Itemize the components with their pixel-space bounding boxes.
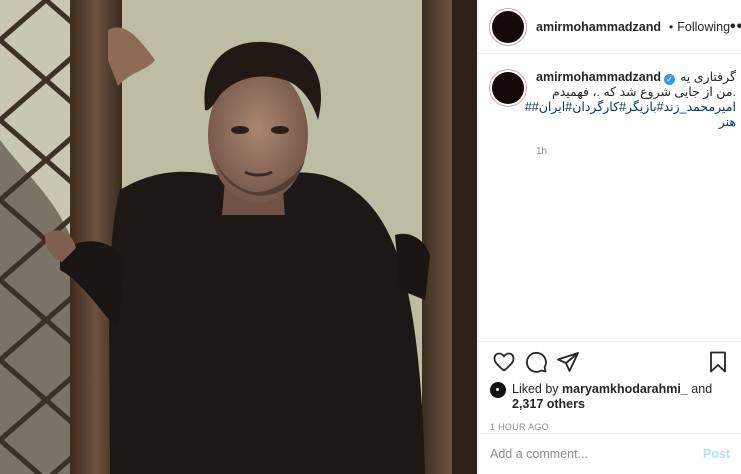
comment-input[interactable] — [490, 447, 703, 461]
post-photo-image — [0, 0, 477, 474]
header-separator: • — [669, 19, 674, 34]
caption-time[interactable]: 1h — [536, 144, 736, 159]
post-side-panel: amirmohammadzand • Following ••• amirmoh… — [477, 0, 741, 474]
liker-username[interactable]: maryamkhodarahmi_ — [562, 382, 688, 396]
following-button[interactable]: Following — [677, 20, 730, 34]
liker-avatar[interactable] — [490, 382, 506, 398]
more-options-icon[interactable]: ••• — [730, 18, 741, 36]
author-avatar[interactable] — [492, 10, 524, 43]
liked-by-label: Liked by — [512, 382, 559, 396]
likes-count[interactable]: 2,317 others — [512, 397, 585, 411]
post-actions: Liked by maryamkhodarahmi_ and 2,317 oth… — [478, 341, 741, 432]
post-timestamp[interactable]: 1 HOUR AGO — [490, 422, 730, 432]
add-comment-bar: Post — [478, 433, 741, 474]
instagram-post: amirmohammadzand • Following ••• amirmoh… — [0, 0, 741, 474]
comments-area: amirmohammadzand ✓ گرفتاری یه .من از جایی… — [478, 54, 741, 341]
verified-badge-icon: ✓ — [664, 74, 676, 85]
post-header: amirmohammadzand • Following ••• — [478, 0, 741, 54]
caption-hashtags[interactable]: امیرمحمد_زند#بازیگر#کارگردان#ایران## — [525, 100, 736, 115]
comment-icon[interactable] — [524, 350, 548, 374]
heart-icon[interactable] — [492, 350, 516, 374]
caption-body: amirmohammadzand ✓ گرفتاری یه .من از جایی… — [525, 70, 736, 159]
caption-text-line2: .من از جایی شروع شد که .، فهمیدم — [551, 85, 736, 99]
share-icon[interactable] — [556, 350, 580, 374]
bookmark-icon[interactable] — [706, 350, 730, 374]
post-photo[interactable] — [0, 0, 477, 474]
caption-row: amirmohammadzand ✓ گرفتاری یه .من از جایی… — [490, 70, 736, 159]
post-comment-button[interactable]: Post — [703, 447, 730, 461]
liked-and-label: and — [691, 382, 713, 396]
caption-author-avatar[interactable] — [492, 72, 524, 104]
action-icons-row — [490, 342, 730, 382]
caption-hashtags-2[interactable]: هنر — [536, 115, 736, 130]
likes-summary: Liked by maryamkhodarahmi_ and 2,317 oth… — [490, 382, 730, 412]
caption-username[interactable]: amirmohammadzand — [536, 70, 661, 84]
author-username[interactable]: amirmohammadzand — [536, 20, 661, 34]
